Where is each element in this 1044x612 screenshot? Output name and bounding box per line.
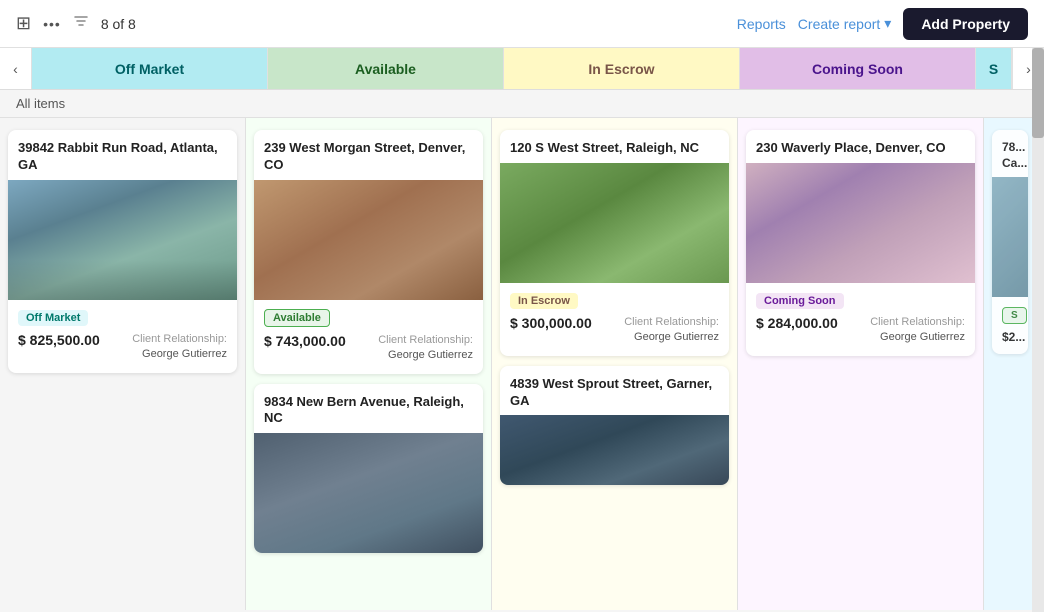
top-bar-right: Reports Create report ▾ Add Property [737, 8, 1028, 40]
chevron-down-icon: ▾ [884, 15, 891, 32]
scrollbar-thumb[interactable] [1032, 118, 1044, 138]
card-price-row: $ 284,000.00 Client Relationship: George… [756, 315, 965, 346]
card-escrow-2: 4839 West Sprout Street, Garner, GA [500, 366, 729, 486]
all-items-label: All items [16, 96, 65, 111]
card-available-1: 239 West Morgan Street, Denver, CO Avail… [254, 130, 483, 374]
card-header: 78...Ca... [992, 130, 1028, 177]
card-body: In Escrow $ 300,000.00 Client Relationsh… [500, 283, 729, 356]
card-price: $ 743,000.00 [264, 333, 346, 349]
scrollbar-track[interactable] [1032, 118, 1044, 610]
card-image [992, 177, 1028, 297]
card-client: Client Relationship: George Gutierrez [132, 332, 227, 363]
tab-sold[interactable]: S [976, 48, 1012, 89]
filter-icon[interactable] [73, 13, 89, 34]
card-coming-soon-1: 230 Waverly Place, Denver, CO Coming Soo… [746, 130, 975, 356]
column-off-market: 39842 Rabbit Run Road, Atlanta, GA Off M… [0, 118, 246, 610]
card-header: 39842 Rabbit Run Road, Atlanta, GA [8, 130, 237, 180]
card-address: 239 West Morgan Street, Denver, CO [264, 140, 473, 174]
card-image [8, 180, 237, 300]
top-bar-left: ⊞ ••• 8 of 8 [16, 13, 136, 34]
column-available: 239 West Morgan Street, Denver, CO Avail… [246, 118, 492, 610]
column-partial: 78...Ca... S $2... [984, 118, 1036, 610]
card-address: 120 S West Street, Raleigh, NC [510, 140, 719, 157]
card-body: Off Market $ 825,500.00 Client Relations… [8, 300, 237, 373]
card-client: Client Relationship: George Gutierrez [624, 315, 719, 346]
card-address: 230 Waverly Place, Denver, CO [756, 140, 965, 157]
add-property-button[interactable]: Add Property [903, 8, 1028, 40]
card-address: 9834 New Bern Avenue, Raleigh, NC [264, 394, 473, 428]
card-image [500, 163, 729, 283]
card-client: Client Relationship: George Gutierrez [378, 333, 473, 364]
client-name: George Gutierrez [378, 348, 473, 363]
tab-coming-soon[interactable]: Coming Soon [740, 48, 976, 89]
client-label: Client Relationship: [132, 332, 227, 347]
board: 39842 Rabbit Run Road, Atlanta, GA Off M… [0, 118, 1044, 610]
card-available-2: 9834 New Bern Avenue, Raleigh, NC [254, 384, 483, 554]
card-image [254, 433, 483, 553]
count-badge: 8 of 8 [101, 16, 136, 32]
card-body: Available $ 743,000.00 Client Relationsh… [254, 300, 483, 374]
card-off-market-1: 39842 Rabbit Run Road, Atlanta, GA Off M… [8, 130, 237, 373]
column-tabs: ‹ Off Market Available In Escrow Coming … [0, 48, 1044, 90]
card-client: Client Relationship: George Gutierrez [870, 315, 965, 346]
client-name: George Gutierrez [132, 347, 227, 362]
card-price-row: $ 300,000.00 Client Relationship: George… [510, 315, 719, 346]
status-badge: Off Market [18, 310, 88, 326]
card-price-row: $ 825,500.00 Client Relationship: George… [18, 332, 227, 363]
tab-available[interactable]: Available [268, 48, 504, 89]
grid-icon[interactable]: ⊞ [16, 13, 31, 34]
card-address: 39842 Rabbit Run Road, Atlanta, GA [18, 140, 227, 174]
client-name: George Gutierrez [624, 330, 719, 345]
card-image [500, 415, 729, 485]
card-header: 9834 New Bern Avenue, Raleigh, NC [254, 384, 483, 434]
column-in-escrow: 120 S West Street, Raleigh, NC In Escrow… [492, 118, 738, 610]
card-header: 239 West Morgan Street, Denver, CO [254, 130, 483, 180]
scroll-left-arrow[interactable]: ‹ [0, 48, 32, 89]
top-bar: ⊞ ••• 8 of 8 Reports Create report ▾ Add… [0, 0, 1044, 48]
reports-link[interactable]: Reports [737, 16, 786, 32]
card-header: 120 S West Street, Raleigh, NC [500, 130, 729, 163]
card-price: $ 300,000.00 [510, 315, 592, 331]
card-header: 230 Waverly Place, Denver, CO [746, 130, 975, 163]
create-report-label: Create report [798, 16, 880, 32]
client-label: Client Relationship: [624, 315, 719, 330]
tab-in-escrow[interactable]: In Escrow [504, 48, 740, 89]
tab-off-market[interactable]: Off Market [32, 48, 268, 89]
card-header: 4839 West Sprout Street, Garner, GA [500, 366, 729, 416]
card-price: $ 825,500.00 [18, 332, 100, 348]
status-badge: Available [264, 309, 330, 327]
card-escrow-1: 120 S West Street, Raleigh, NC In Escrow… [500, 130, 729, 356]
card-price-row: $ 743,000.00 Client Relationship: George… [264, 333, 473, 364]
card-address: 78...Ca... [1002, 140, 1018, 171]
card-image [254, 180, 483, 300]
client-label: Client Relationship: [870, 315, 965, 330]
card-price: $ 284,000.00 [756, 315, 838, 331]
card-partial-1: 78...Ca... S $2... [992, 130, 1028, 354]
create-report-btn[interactable]: Create report ▾ [798, 15, 892, 32]
more-icon[interactable]: ••• [43, 16, 61, 32]
column-coming-soon: 230 Waverly Place, Denver, CO Coming Soo… [738, 118, 984, 610]
status-badge: S [1002, 307, 1027, 324]
client-label: Client Relationship: [378, 333, 473, 348]
status-badge: In Escrow [510, 293, 578, 309]
status-badge: Coming Soon [756, 293, 844, 309]
all-items-bar: All items [0, 90, 1044, 118]
card-body: Coming Soon $ 284,000.00 Client Relation… [746, 283, 975, 356]
client-name: George Gutierrez [870, 330, 965, 345]
card-body: S $2... [992, 297, 1028, 354]
card-address: 4839 West Sprout Street, Garner, GA [510, 376, 719, 410]
card-image [746, 163, 975, 283]
